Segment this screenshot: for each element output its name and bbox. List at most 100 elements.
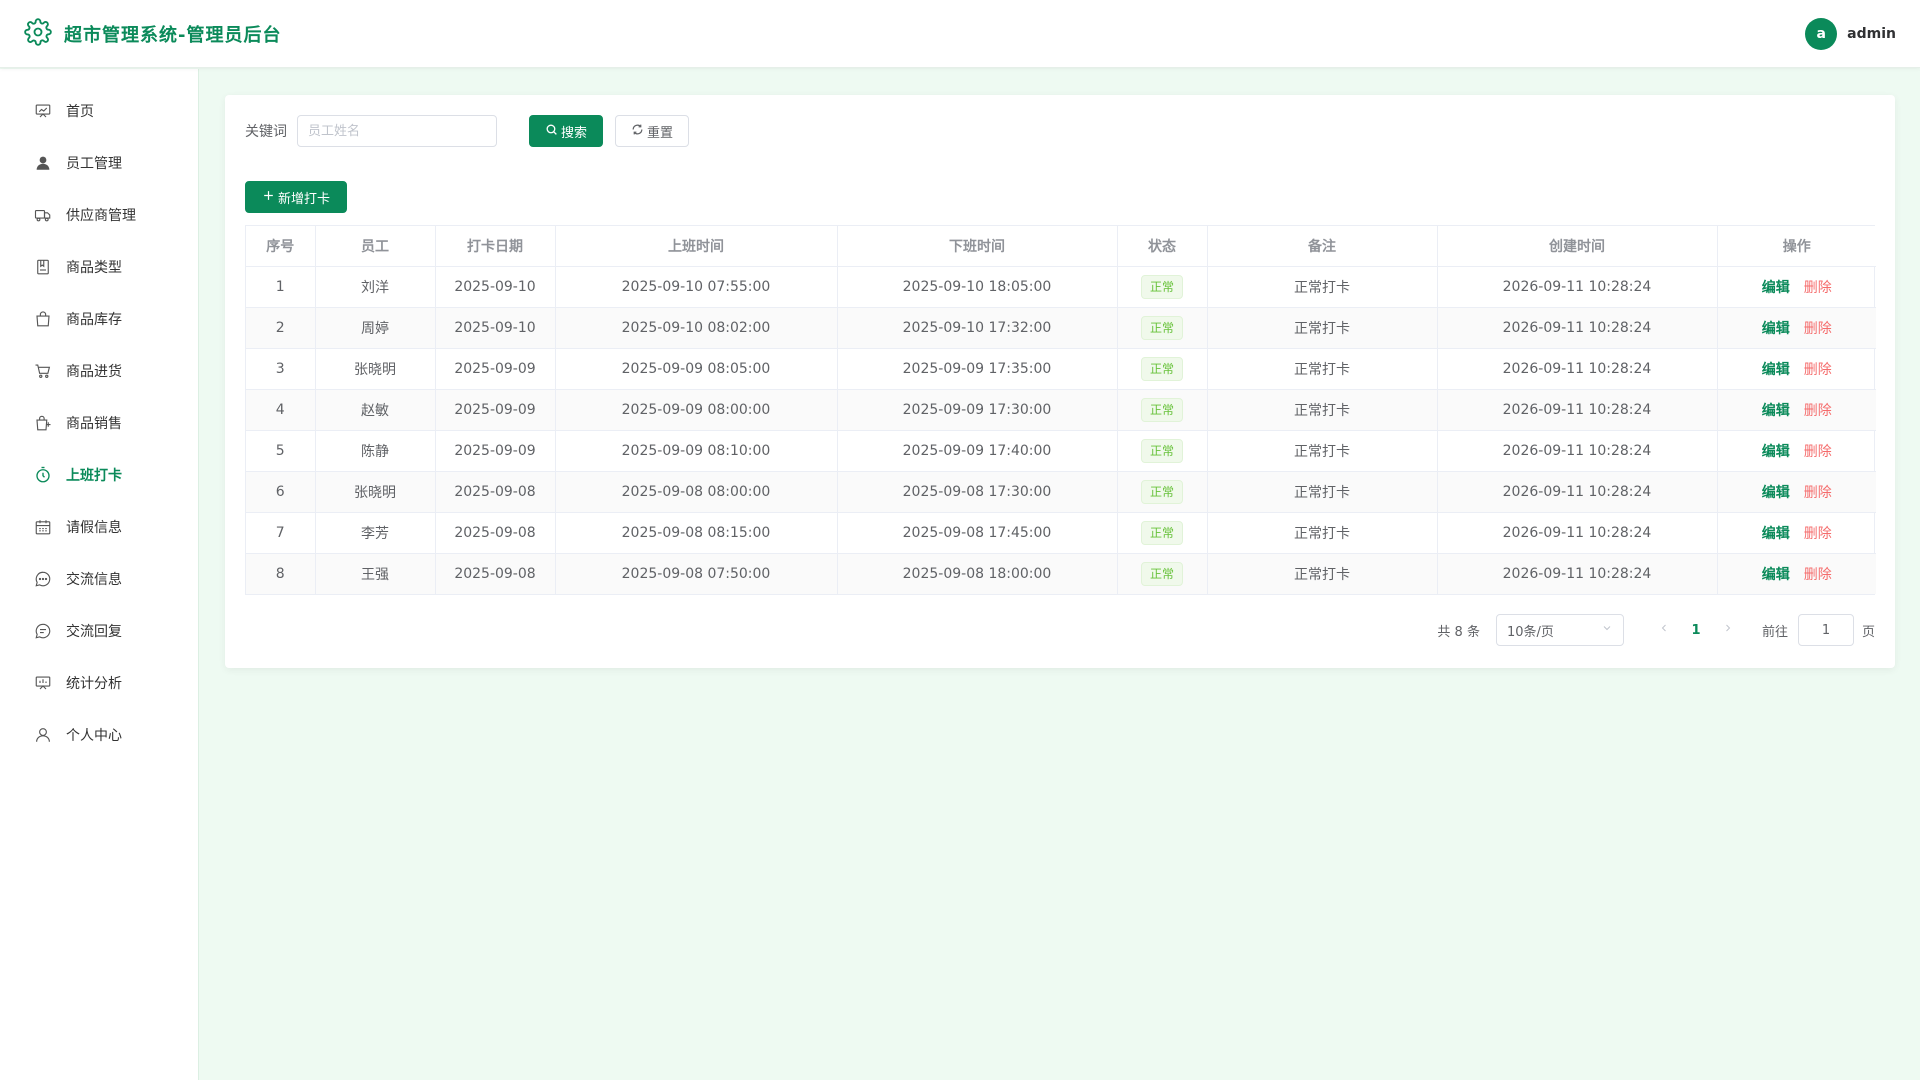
edit-button[interactable]: 编辑 xyxy=(1762,280,1790,296)
sidebar-item-messages[interactable]: 交流信息 xyxy=(0,553,198,605)
brand: 超市管理系统-管理员后台 xyxy=(24,17,281,50)
reset-button-label: 重置 xyxy=(646,125,673,141)
actions-cell: 编辑 删除 xyxy=(1717,348,1876,390)
notebook-icon xyxy=(34,258,52,276)
sidebar-item-product-types[interactable]: 商品类型 xyxy=(0,241,198,293)
delete-button[interactable]: 删除 xyxy=(1804,403,1832,419)
goto-page-input[interactable] xyxy=(1797,614,1854,646)
user-menu[interactable]: a admin xyxy=(1805,17,1896,50)
cell-off: 2025-09-09 17:30:00 xyxy=(837,389,1118,431)
delete-button[interactable]: 删除 xyxy=(1804,321,1832,337)
actions-cell: 编辑 删除 xyxy=(1717,430,1876,472)
cell-no: 2 xyxy=(246,307,316,349)
plus-icon xyxy=(262,189,275,206)
cell-employee: 周婷 xyxy=(315,307,436,349)
delete-button[interactable]: 删除 xyxy=(1804,567,1832,583)
delete-button[interactable]: 删除 xyxy=(1804,526,1832,542)
cell-employee: 张晓明 xyxy=(315,348,436,390)
reset-button[interactable]: 重置 xyxy=(615,115,689,147)
cell-on: 2025-09-09 08:10:00 xyxy=(555,430,838,472)
cell-off: 2025-09-10 18:05:00 xyxy=(837,266,1118,308)
sidebar-item-statistics[interactable]: 统计分析 xyxy=(0,657,198,709)
sidebar-item-leave[interactable]: 请假信息 xyxy=(0,501,198,553)
edit-button[interactable]: 编辑 xyxy=(1762,444,1790,460)
cell-created: 2026-09-11 10:28:24 xyxy=(1437,307,1718,349)
next-page-button[interactable] xyxy=(1712,614,1744,646)
edit-button[interactable]: 编辑 xyxy=(1762,526,1790,542)
cell-on: 2025-09-10 07:55:00 xyxy=(555,266,838,308)
cell-date: 2025-09-08 xyxy=(435,512,556,554)
status-badge: 正常 xyxy=(1140,520,1183,545)
status-cell: 正常 xyxy=(1117,307,1208,349)
sidebar-item-sales[interactable]: 商品销售 xyxy=(0,397,198,449)
data-board-icon xyxy=(34,674,52,692)
status-cell: 正常 xyxy=(1117,389,1208,431)
page-size-value: 10条/页 xyxy=(1506,624,1554,640)
status-badge: 正常 xyxy=(1140,438,1183,463)
actions-cell: 编辑 删除 xyxy=(1717,512,1876,554)
delete-button[interactable]: 删除 xyxy=(1804,280,1832,296)
edit-button[interactable]: 编辑 xyxy=(1762,321,1790,337)
truck-icon xyxy=(34,206,52,224)
cell-no: 7 xyxy=(246,512,316,554)
delete-button[interactable]: 删除 xyxy=(1804,362,1832,378)
cell-date: 2025-09-10 xyxy=(435,307,556,349)
edit-button[interactable]: 编辑 xyxy=(1762,403,1790,419)
sidebar-item-clock-in[interactable]: 上班打卡 xyxy=(0,449,198,501)
column-header: 员工 xyxy=(315,226,436,267)
sidebar-item-profile[interactable]: 个人中心 xyxy=(0,709,198,761)
clock-in-panel: 关键词 搜索 重置 新增打卡 序号 员工 打卡日期 上班时间 下 xyxy=(225,95,1895,668)
edit-button[interactable]: 编辑 xyxy=(1762,485,1790,501)
page-number-current[interactable]: 1 xyxy=(1680,614,1712,646)
cell-off: 2025-09-09 17:40:00 xyxy=(837,430,1118,472)
sidebar-item-label: 首页 xyxy=(66,104,94,120)
cell-date: 2025-09-10 xyxy=(435,266,556,308)
column-header: 操作 xyxy=(1717,226,1876,267)
search-button[interactable]: 搜索 xyxy=(529,115,603,147)
avatar[interactable]: a xyxy=(1805,17,1838,50)
keyword-label: 关键词 xyxy=(245,124,287,140)
table-row: 6 张晓明 2025-09-08 2025-09-08 08:00:00 2025-09… xyxy=(246,471,1876,513)
employee-name-input[interactable] xyxy=(297,115,497,147)
cell-no: 8 xyxy=(246,553,316,594)
sidebar-item-replies[interactable]: 交流回复 xyxy=(0,605,198,657)
cell-date: 2025-09-08 xyxy=(435,471,556,513)
sidebar-item-suppliers[interactable]: 供应商管理 xyxy=(0,189,198,241)
cell-created: 2026-09-11 10:28:24 xyxy=(1437,553,1718,594)
cell-off: 2025-09-09 17:35:00 xyxy=(837,348,1118,390)
sidebar-item-label: 商品类型 xyxy=(66,260,122,276)
prev-page-button[interactable] xyxy=(1648,614,1680,646)
status-cell: 正常 xyxy=(1117,348,1208,390)
sidebar-item-purchase[interactable]: 商品进货 xyxy=(0,345,198,397)
cell-created: 2026-09-11 10:28:24 xyxy=(1437,471,1718,513)
cell-no: 6 xyxy=(246,471,316,513)
sidebar-item-employees[interactable]: 员工管理 xyxy=(0,137,198,189)
cell-on: 2025-09-10 08:02:00 xyxy=(555,307,838,349)
status-badge: 正常 xyxy=(1140,274,1183,299)
username[interactable]: admin xyxy=(1847,26,1896,42)
add-clock-in-button[interactable]: 新增打卡 xyxy=(245,181,347,213)
cell-date: 2025-09-08 xyxy=(435,553,556,594)
table-row: 4 赵敏 2025-09-09 2025-09-09 08:00:00 2025-09-… xyxy=(246,389,1876,431)
cell-off: 2025-09-08 18:00:00 xyxy=(837,553,1118,594)
edit-button[interactable]: 编辑 xyxy=(1762,362,1790,378)
cell-employee: 赵敏 xyxy=(315,389,436,431)
column-header: 上班时间 xyxy=(555,226,838,267)
status-cell: 正常 xyxy=(1117,553,1208,594)
sidebar-item-inventory[interactable]: 商品库存 xyxy=(0,293,198,345)
cell-on: 2025-09-09 08:05:00 xyxy=(555,348,838,390)
sidebar-item-home[interactable]: 首页 xyxy=(0,85,198,137)
edit-button[interactable]: 编辑 xyxy=(1762,567,1790,583)
delete-button[interactable]: 删除 xyxy=(1804,485,1832,501)
page-size-select[interactable]: 10条/页 xyxy=(1495,614,1624,646)
calendar-icon xyxy=(34,518,52,536)
column-header: 下班时间 xyxy=(837,226,1118,267)
sidebar-item-label: 员工管理 xyxy=(66,156,122,172)
sidebar-item-label: 交流回复 xyxy=(66,624,122,640)
user-icon xyxy=(34,726,52,744)
column-header: 打卡日期 xyxy=(435,226,556,267)
cell-remark: 正常打卡 xyxy=(1207,512,1438,554)
cell-employee: 陈静 xyxy=(315,430,436,472)
status-badge: 正常 xyxy=(1140,561,1183,586)
delete-button[interactable]: 删除 xyxy=(1804,444,1832,460)
